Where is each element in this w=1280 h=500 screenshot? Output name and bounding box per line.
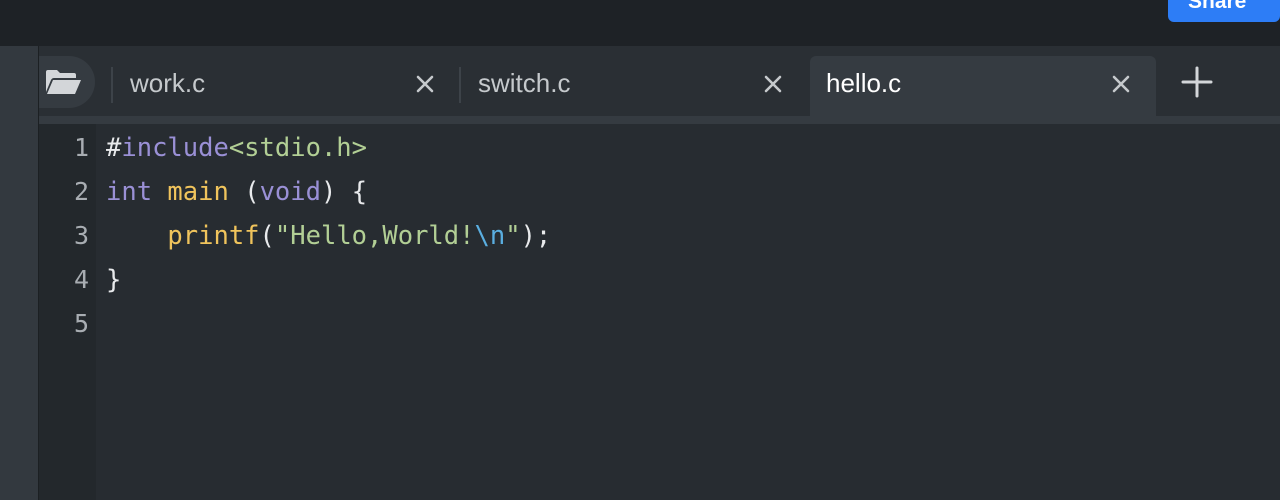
tab-bar-divider [39, 116, 1280, 124]
line-number: 3 [73, 221, 89, 250]
code-token: <stdio.h> [228, 133, 367, 163]
tab-bar: work.c switch.c hello.c [39, 46, 1280, 116]
close-icon[interactable] [762, 73, 784, 95]
share-button[interactable]: Share [1168, 0, 1280, 22]
code-line: } [106, 258, 121, 302]
code-line: #include<stdio.h> [106, 126, 367, 170]
code-token: # [106, 133, 122, 163]
close-icon[interactable] [414, 73, 436, 95]
code-token: \n [474, 221, 506, 251]
plus-icon[interactable] [1179, 64, 1215, 100]
code-token: "Hello,World! [274, 221, 475, 251]
code-token: ( [259, 221, 275, 251]
line-number: 4 [73, 265, 89, 294]
line-number: 2 [73, 177, 89, 206]
code-token: void [259, 177, 321, 207]
code-token: " [505, 221, 521, 251]
code-token: } [106, 265, 122, 295]
tab-work-c[interactable]: work.c [111, 56, 451, 116]
code-editor[interactable]: #include<stdio.h> int main (void) { prin… [96, 124, 1280, 500]
code-token: include [121, 133, 229, 163]
tab-switch-c[interactable]: switch.c [459, 56, 799, 116]
code-token: printf [167, 221, 260, 251]
tab-label: work.c [130, 68, 206, 98]
tab-label: switch.c [478, 68, 571, 98]
left-sidebar-strip [0, 46, 39, 500]
line-number-gutter: 1 2 3 4 5 [39, 124, 96, 500]
tab-separator [459, 67, 461, 103]
open-file-button[interactable] [39, 56, 95, 108]
code-line: int main (void) { [106, 170, 367, 214]
code-line: printf("Hello,World!\n"); [106, 214, 551, 258]
code-token: ) { [320, 177, 368, 207]
share-button-label: Share [1188, 0, 1247, 13]
top-bar: Share [0, 0, 1280, 46]
line-number: 1 [73, 133, 89, 162]
code-token: ); [520, 221, 552, 251]
folder-open-icon [46, 70, 81, 94]
tab-label: hello.c [826, 68, 902, 98]
close-icon[interactable] [1110, 73, 1132, 95]
tab-hello-c[interactable]: hello.c [810, 56, 1156, 116]
code-token: main [167, 177, 229, 207]
tab-separator [111, 67, 113, 103]
code-token: ( [228, 177, 260, 207]
code-token: int [106, 177, 153, 207]
line-number: 5 [73, 309, 89, 338]
